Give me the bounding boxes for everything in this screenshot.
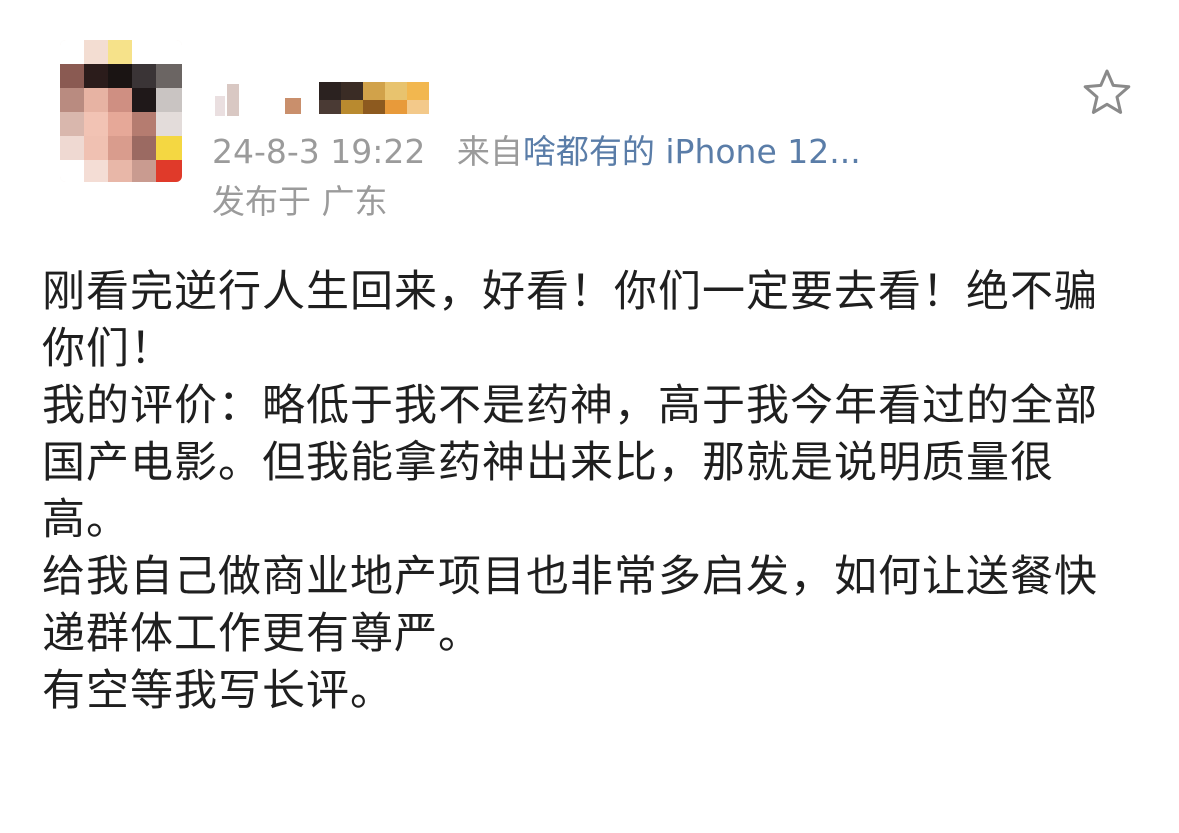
source-device-link[interactable]: 啥都有的 iPhone 12...: [523, 132, 861, 171]
username-redacted[interactable]: [215, 76, 445, 120]
weibo-post-card: 24-8-3 19:22 来自啥都有的 iPhone 12... 发布于 广东 …: [0, 0, 1179, 833]
favorite-star-icon[interactable]: [1080, 66, 1134, 120]
post-paragraph: 给我自己做商业地产项目也非常多启发，如何让送餐快递群体工作更有尊严。: [42, 552, 1098, 659]
post-location: 发布于 广东: [212, 182, 388, 221]
post-timestamp: 24-8-3 19:22: [212, 132, 426, 171]
post-meta: 24-8-3 19:22 来自啥都有的 iPhone 12...: [212, 132, 861, 172]
source-prefix: 来自: [456, 132, 523, 171]
post-paragraph: 我的评价：略低于我不是药神，高于我今年看过的全部国产电影。但我能拿药神出来比，那…: [42, 381, 1098, 545]
post-content: 刚看完逆行人生回来，好看！你们一定要去看！绝不骗你们！ 我的评价：略低于我不是药…: [42, 264, 1132, 720]
avatar[interactable]: [60, 40, 182, 182]
post-paragraph: 刚看完逆行人生回来，好看！你们一定要去看！绝不骗你们！: [42, 267, 1098, 374]
post-paragraph: 有空等我写长评。: [42, 666, 394, 716]
